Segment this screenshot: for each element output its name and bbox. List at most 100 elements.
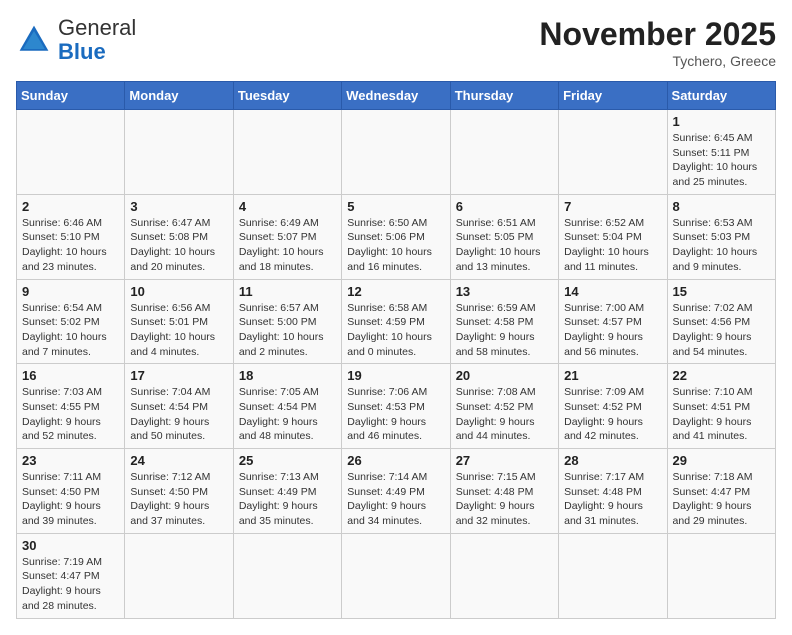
calendar-week-5: 23 Sunrise: 7:11 AM Sunset: 4:50 PM Dayli… [17,449,776,534]
day-number: 4 [239,199,336,214]
day-info: Sunrise: 7:09 AM Sunset: 4:52 PM Dayligh… [564,385,661,444]
calendar-week-3: 9Sunrise: 6:54 AM Sunset: 5:02 PM Daylig… [17,279,776,364]
calendar-cell [559,533,667,618]
day-info: Sunrise: 7:02 AM Sunset: 4:56 PM Dayligh… [673,301,770,360]
logo-text: General Blue [58,16,136,64]
day-number: 27 [456,453,553,468]
day-info: Sunrise: 6:47 AM Sunset: 5:08 PM Dayligh… [130,216,227,275]
weekday-header-friday: Friday [559,82,667,110]
logo-general-text: General [58,15,136,40]
day-number: 6 [456,199,553,214]
calendar-week-1: 1Sunrise: 6:45 AM Sunset: 5:11 PM Daylig… [17,110,776,195]
day-info: Sunrise: 7:04 AM Sunset: 4:54 PM Dayligh… [130,385,227,444]
day-number: 7 [564,199,661,214]
day-number: 23 [22,453,119,468]
day-info: Sunrise: 6:57 AM Sunset: 5:00 PM Dayligh… [239,301,336,360]
day-info: Sunrise: 6:53 AM Sunset: 5:03 PM Dayligh… [673,216,770,275]
day-info: Sunrise: 7:11 AM Sunset: 4:50 PM Dayligh… [22,470,119,529]
calendar-cell: 2Sunrise: 6:46 AM Sunset: 5:10 PM Daylig… [17,194,125,279]
day-number: 22 [673,368,770,383]
calendar-cell [667,533,775,618]
day-number: 13 [456,284,553,299]
calendar-cell [342,533,450,618]
calendar-cell: 6 Sunrise: 6:51 AM Sunset: 5:05 PM Daylig… [450,194,558,279]
calendar-cell [125,110,233,195]
calendar-cell [233,110,341,195]
day-number: 11 [239,284,336,299]
calendar-cell [450,110,558,195]
logo: General Blue [16,16,136,64]
day-info: Sunrise: 7:08 AM Sunset: 4:52 PM Dayligh… [456,385,553,444]
calendar-cell: 16Sunrise: 7:03 AM Sunset: 4:55 PM Dayli… [17,364,125,449]
calendar-body: 1Sunrise: 6:45 AM Sunset: 5:11 PM Daylig… [17,110,776,619]
day-number: 8 [673,199,770,214]
calendar-cell: 3 Sunrise: 6:47 AM Sunset: 5:08 PM Daylig… [125,194,233,279]
day-number: 10 [130,284,227,299]
day-info: Sunrise: 6:59 AM Sunset: 4:58 PM Dayligh… [456,301,553,360]
day-number: 14 [564,284,661,299]
day-info: Sunrise: 6:50 AM Sunset: 5:06 PM Dayligh… [347,216,444,275]
weekday-header-sunday: Sunday [17,82,125,110]
day-info: Sunrise: 6:58 AM Sunset: 4:59 PM Dayligh… [347,301,444,360]
calendar-cell: 4 Sunrise: 6:49 AM Sunset: 5:07 PM Daylig… [233,194,341,279]
calendar-cell: 1Sunrise: 6:45 AM Sunset: 5:11 PM Daylig… [667,110,775,195]
weekday-header-wednesday: Wednesday [342,82,450,110]
calendar-cell [125,533,233,618]
calendar-week-6: 30Sunrise: 7:19 AM Sunset: 4:47 PM Dayli… [17,533,776,618]
calendar-cell: 20 Sunrise: 7:08 AM Sunset: 4:52 PM Dayli… [450,364,558,449]
calendar-cell: 25 Sunrise: 7:13 AM Sunset: 4:49 PM Dayli… [233,449,341,534]
day-number: 26 [347,453,444,468]
day-number: 5 [347,199,444,214]
day-info: Sunrise: 7:15 AM Sunset: 4:48 PM Dayligh… [456,470,553,529]
calendar-cell [342,110,450,195]
day-number: 20 [456,368,553,383]
day-info: Sunrise: 7:18 AM Sunset: 4:47 PM Dayligh… [673,470,770,529]
day-info: Sunrise: 7:14 AM Sunset: 4:49 PM Dayligh… [347,470,444,529]
day-number: 3 [130,199,227,214]
weekday-header-monday: Monday [125,82,233,110]
calendar-cell: 28Sunrise: 7:17 AM Sunset: 4:48 PM Dayli… [559,449,667,534]
day-info: Sunrise: 6:46 AM Sunset: 5:10 PM Dayligh… [22,216,119,275]
day-number: 12 [347,284,444,299]
day-info: Sunrise: 6:52 AM Sunset: 5:04 PM Dayligh… [564,216,661,275]
calendar-cell: 24Sunrise: 7:12 AM Sunset: 4:50 PM Dayli… [125,449,233,534]
day-number: 30 [22,538,119,553]
calendar-cell: 21Sunrise: 7:09 AM Sunset: 4:52 PM Dayli… [559,364,667,449]
day-number: 25 [239,453,336,468]
day-info: Sunrise: 6:56 AM Sunset: 5:01 PM Dayligh… [130,301,227,360]
calendar-cell: 15 Sunrise: 7:02 AM Sunset: 4:56 PM Dayli… [667,279,775,364]
location: Tychero, Greece [539,53,776,69]
month-title: November 2025 [539,16,776,53]
day-number: 17 [130,368,227,383]
calendar-cell: 11 Sunrise: 6:57 AM Sunset: 5:00 PM Dayli… [233,279,341,364]
calendar-cell: 8 Sunrise: 6:53 AM Sunset: 5:03 PM Daylig… [667,194,775,279]
logo-blue-text: Blue [58,39,106,64]
calendar-cell: 23 Sunrise: 7:11 AM Sunset: 4:50 PM Dayli… [17,449,125,534]
calendar-cell: 18 Sunrise: 7:05 AM Sunset: 4:54 PM Dayli… [233,364,341,449]
day-info: Sunrise: 6:45 AM Sunset: 5:11 PM Dayligh… [673,131,770,190]
calendar-cell: 22Sunrise: 7:10 AM Sunset: 4:51 PM Dayli… [667,364,775,449]
day-info: Sunrise: 7:03 AM Sunset: 4:55 PM Dayligh… [22,385,119,444]
calendar-cell: 30Sunrise: 7:19 AM Sunset: 4:47 PM Dayli… [17,533,125,618]
header: General Blue November 2025 Tychero, Gree… [16,16,776,69]
calendar-cell [233,533,341,618]
title-area: November 2025 Tychero, Greece [539,16,776,69]
calendar-cell: 17 Sunrise: 7:04 AM Sunset: 4:54 PM Dayli… [125,364,233,449]
day-info: Sunrise: 6:49 AM Sunset: 5:07 PM Dayligh… [239,216,336,275]
calendar-cell: 26 Sunrise: 7:14 AM Sunset: 4:49 PM Dayli… [342,449,450,534]
calendar-week-4: 16Sunrise: 7:03 AM Sunset: 4:55 PM Dayli… [17,364,776,449]
day-info: Sunrise: 7:13 AM Sunset: 4:49 PM Dayligh… [239,470,336,529]
calendar-cell: 19Sunrise: 7:06 AM Sunset: 4:53 PM Dayli… [342,364,450,449]
day-info: Sunrise: 6:51 AM Sunset: 5:05 PM Dayligh… [456,216,553,275]
calendar-header: SundayMondayTuesdayWednesdayThursdayFrid… [17,82,776,110]
day-number: 15 [673,284,770,299]
calendar-cell: 10 Sunrise: 6:56 AM Sunset: 5:01 PM Dayli… [125,279,233,364]
calendar-cell: 29Sunrise: 7:18 AM Sunset: 4:47 PM Dayli… [667,449,775,534]
calendar-cell: 14Sunrise: 7:00 AM Sunset: 4:57 PM Dayli… [559,279,667,364]
calendar-week-2: 2Sunrise: 6:46 AM Sunset: 5:10 PM Daylig… [17,194,776,279]
day-info: Sunrise: 7:05 AM Sunset: 4:54 PM Dayligh… [239,385,336,444]
calendar-cell: 5 Sunrise: 6:50 AM Sunset: 5:06 PM Daylig… [342,194,450,279]
day-number: 18 [239,368,336,383]
day-number: 19 [347,368,444,383]
day-number: 28 [564,453,661,468]
